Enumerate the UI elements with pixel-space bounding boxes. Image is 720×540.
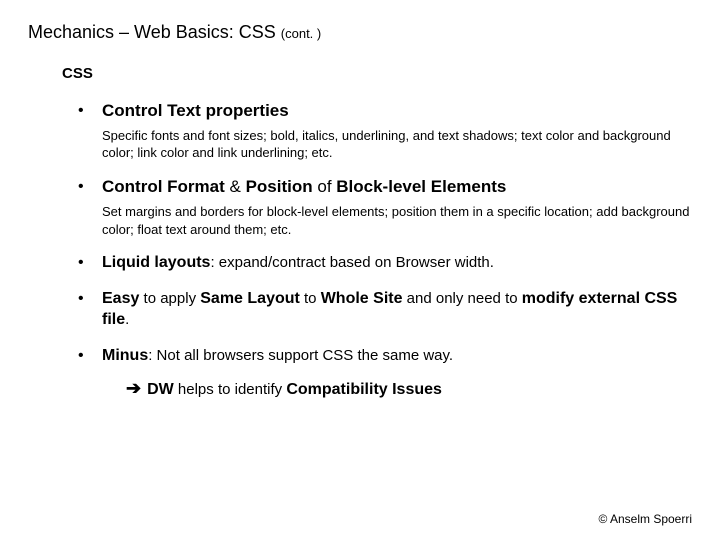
slide: Mechanics – Web Basics: CSS (cont. ) CSS… [0, 0, 720, 540]
bullet-2-strong1: Control Format [102, 177, 225, 196]
bullet-2-amp: & [225, 177, 246, 196]
bullet-1-head: Control Text properties [102, 100, 692, 123]
bullet-list: Control Text properties Specific fonts a… [78, 100, 692, 401]
slide-title: Mechanics – Web Basics: CSS (cont. ) [28, 22, 692, 43]
bullet-5-p1: helps to identify [174, 381, 287, 398]
arrow-icon: ➔ [126, 378, 141, 398]
bullet-4-s2: Same Layout [200, 290, 300, 307]
bullet-4: Easy to apply Same Layout to Whole Site … [78, 288, 692, 331]
bullet-3-strong: Liquid layouts [102, 254, 210, 271]
footer-copyright: © Anselm Spoerri [598, 512, 692, 526]
bullet-2-head: Control Format & Position of Block-level… [102, 176, 692, 199]
section-heading: CSS [62, 65, 692, 82]
bullet-4-p3: and only need to [402, 290, 521, 307]
bullet-4-p1: to apply [139, 290, 200, 307]
bullet-4-p2: to [300, 290, 321, 307]
bullet-3-rest: : expand/contract based on Browser width… [210, 254, 494, 271]
title-main: Mechanics – Web Basics: CSS [28, 22, 276, 42]
bullet-4-s3: Whole Site [321, 290, 403, 307]
bullet-1-desc: Specific fonts and font sizes; bold, ita… [102, 127, 692, 162]
bullet-5-s1: Minus [102, 347, 148, 364]
title-cont: (cont. ) [281, 26, 321, 41]
bullet-2-of: of [313, 177, 337, 196]
bullet-5-dw: DW [147, 381, 174, 398]
bullet-1: Control Text properties Specific fonts a… [78, 100, 692, 162]
bullet-5-rest: : Not all browsers support CSS the same … [148, 347, 453, 364]
bullet-4-p4: . [125, 311, 129, 328]
bullet-2: Control Format & Position of Block-level… [78, 176, 692, 238]
bullet-3: Liquid layouts: expand/contract based on… [78, 252, 692, 274]
bullet-5-s2: Compatibility Issues [286, 381, 442, 398]
bullet-2-desc: Set margins and borders for block-level … [102, 203, 692, 238]
bullet-2-strong3: Block-level Elements [336, 177, 506, 196]
bullet-5-arrow-line: ➔ DW helps to identify Compatibility Issu… [102, 376, 692, 401]
bullet-4-s1: Easy [102, 290, 139, 307]
bullet-5: Minus: Not all browsers support CSS the … [78, 345, 692, 401]
bullet-2-strong2: Position [246, 177, 313, 196]
